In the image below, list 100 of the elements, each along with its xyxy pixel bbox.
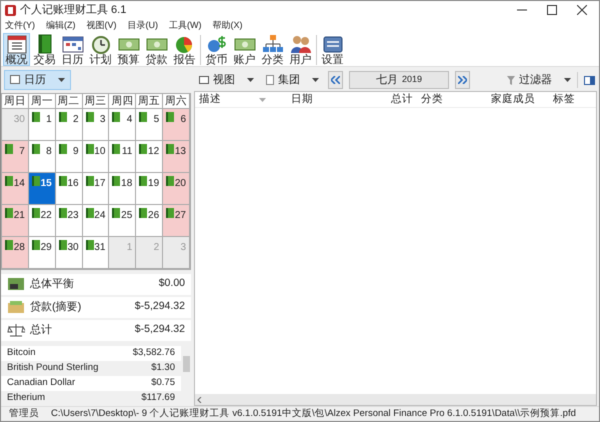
day-number: 3: [100, 112, 106, 127]
calendar-day[interactable]: 13: [163, 140, 190, 173]
calendar-day[interactable]: 14: [2, 172, 29, 205]
next-month-button[interactable]: [455, 71, 470, 89]
calendar-day[interactable]: 15: [28, 172, 56, 205]
calendar-day[interactable]: 3: [82, 108, 110, 141]
toolbar-button[interactable]: 用户: [287, 33, 314, 66]
calendar-day[interactable]: 24: [82, 204, 110, 237]
column-header[interactable]: 总计: [357, 92, 417, 107]
calendar-day[interactable]: 9: [56, 140, 83, 173]
column-header[interactable]: 标签: [549, 92, 596, 107]
column-header[interactable]: 分类: [417, 92, 487, 107]
calendar-day[interactable]: 5: [136, 108, 164, 141]
book-icon: [5, 208, 13, 218]
book-icon: [112, 176, 120, 186]
book-icon: [58, 176, 67, 186]
previous-month-button[interactable]: [328, 71, 343, 89]
calendar-day[interactable]: 8: [28, 140, 56, 173]
calendar-day[interactable]: 18: [109, 172, 136, 205]
day-number: 27: [174, 208, 186, 223]
calendar-day[interactable]: 22: [28, 204, 56, 237]
calendar-view-button[interactable]: 日历: [4, 70, 71, 90]
calendar-day[interactable]: 7: [2, 140, 29, 173]
day-number: 9: [73, 144, 79, 159]
view-button[interactable]: 视图: [196, 72, 257, 88]
menu-item[interactable]: 编辑(Z): [46, 19, 76, 33]
calendar-day[interactable]: 2: [56, 108, 83, 141]
close-icon[interactable]: [577, 5, 587, 15]
toolbar-button[interactable]: 概况: [3, 33, 30, 66]
toolbar-button[interactable]: 贷款: [143, 33, 170, 66]
calendar-day[interactable]: 17: [82, 172, 110, 205]
menu-item[interactable]: 视图(V): [86, 19, 116, 33]
status-user: 管理员: [9, 407, 39, 421]
day-number: 20: [174, 176, 186, 191]
toolbar-button[interactable]: 日历: [59, 33, 86, 66]
calendar-day[interactable]: 27: [163, 204, 190, 237]
toolbar-button[interactable]: 货币: [203, 33, 230, 66]
column-header[interactable]: 日期: [287, 92, 357, 107]
day-number: 26: [148, 208, 160, 223]
calendar-day[interactable]: 12: [136, 140, 164, 173]
calendar-day[interactable]: 19: [136, 172, 164, 205]
currency-exchange-icon: [206, 34, 228, 54]
calendar-day[interactable]: 29: [28, 236, 56, 269]
toolbar-button[interactable]: 设置: [319, 33, 346, 66]
horizontal-scrollbar[interactable]: [195, 394, 596, 405]
group-button[interactable]: 集团: [263, 72, 322, 88]
toolbar-button[interactable]: 报告: [171, 33, 198, 66]
toolbar-button[interactable]: 账户: [231, 33, 258, 66]
calendar-day[interactable]: 28: [2, 236, 29, 269]
day-number: 11: [122, 144, 132, 159]
calendar-day[interactable]: 1: [28, 108, 56, 141]
book-icon: [32, 208, 40, 218]
book-icon: [166, 112, 174, 122]
calendar-day[interactable]: 30: [56, 236, 83, 269]
day-number: 7: [19, 144, 25, 159]
column-header[interactable]: 描述: [195, 92, 287, 107]
double-chevron-left-icon: [331, 76, 340, 84]
book-icon: [5, 240, 13, 250]
calendar-day[interactable]: 6: [163, 108, 190, 141]
menu-item[interactable]: 目录(U): [128, 19, 158, 33]
column-header[interactable]: 家庭成员: [487, 92, 549, 107]
page-icon: [266, 75, 274, 85]
book-icon: [86, 240, 94, 250]
day-number: 2: [73, 112, 79, 127]
calendar-day[interactable]: 23: [56, 204, 83, 237]
scroll-left-icon[interactable]: [197, 396, 202, 402]
summary-label: 贷款(摘要): [30, 300, 82, 315]
toolbar-button[interactable]: 预算: [115, 33, 142, 66]
panel-icon[interactable]: [584, 76, 595, 84]
day-number: 12: [148, 144, 160, 159]
hierarchy-icon: [262, 34, 284, 54]
day-number: 13: [174, 144, 186, 159]
calendar-day[interactable]: 11: [109, 140, 136, 173]
menu-item[interactable]: 文件(Y): [5, 19, 35, 33]
summary-label: 总体平衡: [30, 276, 74, 292]
vertical-scrollbar[interactable]: [181, 346, 191, 406]
toolbar-button[interactable]: 计划: [87, 33, 114, 66]
book-icon: [139, 112, 148, 122]
day-number: 24: [94, 208, 106, 223]
calendar-day[interactable]: 21: [2, 204, 29, 237]
filter-icon: [507, 76, 515, 84]
day-number: 4: [126, 112, 132, 127]
day-number: 3: [180, 240, 186, 255]
maximize-icon[interactable]: [547, 5, 557, 15]
calendar-day[interactable]: 10: [82, 140, 110, 173]
book-icon: [139, 144, 148, 154]
calendar-day[interactable]: 16: [56, 172, 83, 205]
filter-button[interactable]: 过滤器: [507, 72, 571, 88]
book-icon: [32, 176, 40, 186]
calendar-day[interactable]: 26: [136, 204, 164, 237]
calendar-day[interactable]: 25: [109, 204, 136, 237]
calendar-day[interactable]: 20: [163, 172, 190, 205]
toolbar-button[interactable]: 分类: [259, 33, 286, 66]
calendar-day[interactable]: 31: [82, 236, 110, 269]
calendar-day[interactable]: 4: [109, 108, 136, 141]
menu-item[interactable]: 帮助(X): [212, 19, 242, 33]
menu-item[interactable]: 工具(W): [169, 19, 202, 33]
toolbar-button[interactable]: 交易: [31, 33, 58, 66]
day-number: 22: [40, 208, 52, 223]
calendar-icon: [10, 75, 20, 84]
